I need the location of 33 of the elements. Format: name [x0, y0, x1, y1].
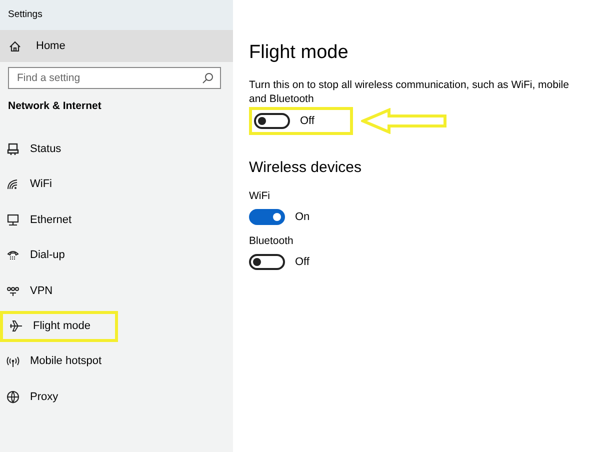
nav-item[interactable]: Flight mode: [6, 314, 115, 338]
toggle-switch[interactable]: [249, 254, 285, 270]
ethernet-icon: [6, 212, 20, 227]
nav-item[interactable]: WiFi: [0, 166, 233, 202]
device-label: WiFi: [249, 190, 271, 202]
toggle-switch[interactable]: [254, 113, 290, 129]
wifi-icon: [6, 177, 20, 192]
hotspot-icon: [6, 354, 20, 368]
globe-icon: [6, 390, 20, 404]
toggle-state-label: On: [295, 211, 310, 223]
nav-item[interactable]: Proxy: [0, 379, 233, 414]
nav-item[interactable]: Mobile hotspot: [0, 344, 233, 379]
nav-item[interactable]: VPN: [0, 273, 233, 308]
airplane-icon: [9, 319, 23, 333]
home-button[interactable]: Home: [0, 30, 233, 62]
toggle-switch[interactable]: [249, 209, 285, 225]
toggle-state-label: Off: [300, 115, 314, 127]
window-title: Settings: [0, 0, 233, 30]
phone-icon: [6, 248, 20, 262]
search-field[interactable]: Find a setting: [8, 67, 221, 89]
monitor-icon: [6, 142, 20, 156]
section-heading: Wireless devices: [249, 159, 363, 176]
section-heading: Network & Internet: [7, 99, 102, 114]
search-icon: [201, 71, 215, 85]
nav-item[interactable]: Status: [0, 131, 233, 166]
nav-item[interactable]: Dial-up: [0, 238, 233, 273]
nav-item[interactable]: Ethernet: [0, 202, 233, 238]
page-title: Flight mode: [249, 42, 350, 64]
description-text: Turn this on to stop all wireless communication, such as WiFi, mobile and Bluetooth: [249, 78, 570, 106]
toggle-state-label: Off: [295, 256, 310, 268]
home-icon: [8, 39, 22, 53]
arrow-icon: [361, 108, 448, 134]
device-label: Bluetooth: [249, 235, 294, 247]
